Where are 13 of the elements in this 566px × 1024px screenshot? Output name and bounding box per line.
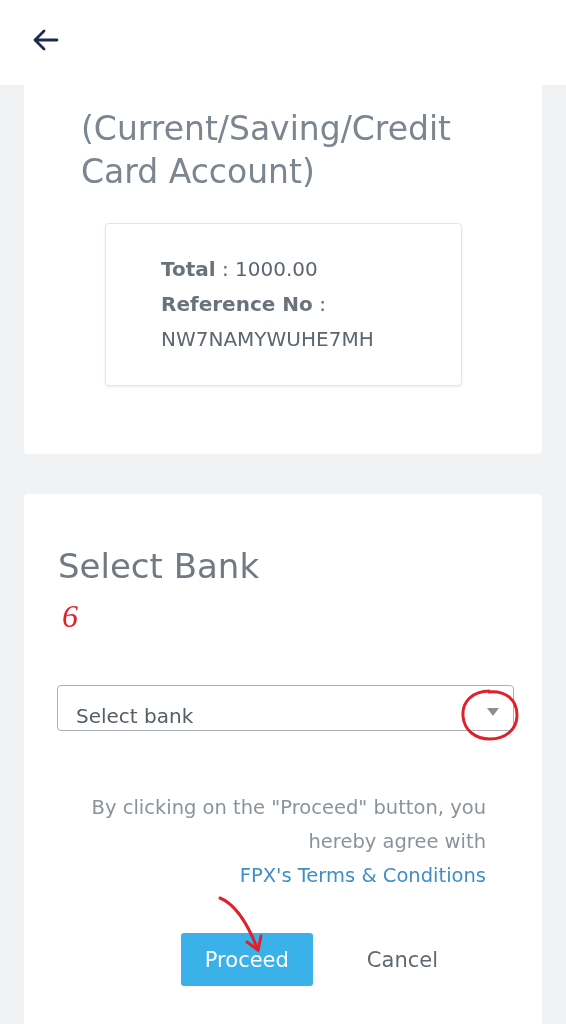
total-text: Total : 1000.00 [161, 256, 319, 283]
select-bank-title: Select Bank [57, 545, 261, 586]
bank-select[interactable]: Select bank [57, 685, 514, 731]
reference-number: NW7NAMYWUHE7MH [161, 326, 375, 353]
back-arrow-icon [31, 27, 59, 52]
caret-icon [487, 708, 499, 716]
reference-label: Reference No : [161, 291, 327, 318]
annotation-circle-drawing [460, 688, 520, 742]
terms-link[interactable]: FPX's Terms & Conditions [239, 864, 486, 887]
annotation-number: 6 [61, 597, 79, 635]
terms-text: By clicking on the "Proceed" button, you hereby agree with FPX's Terms & Conditions [90, 795, 486, 889]
payment-method-title: (Current/Saving/Credit Card Account) [81, 108, 453, 193]
cancel-button[interactable]: Cancel [342, 933, 462, 986]
